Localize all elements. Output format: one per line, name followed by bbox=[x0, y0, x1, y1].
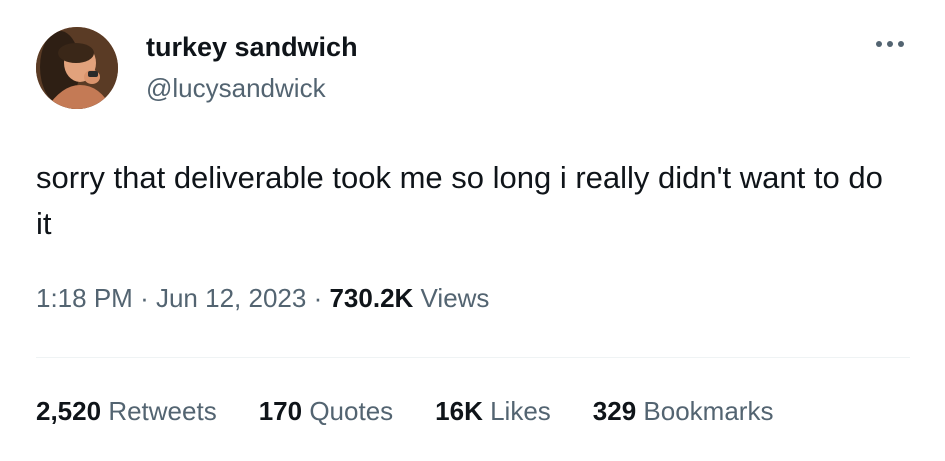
author-handle[interactable]: @lucysandwick bbox=[146, 73, 326, 104]
retweets-stat[interactable]: 2,520 Retweets bbox=[36, 396, 217, 427]
bookmarks-label: Bookmarks bbox=[643, 396, 774, 426]
bookmarks-stat[interactable]: 329 Bookmarks bbox=[593, 396, 774, 427]
retweets-count: 2,520 bbox=[36, 396, 102, 426]
tweet-time[interactable]: 1:18 PM bbox=[36, 283, 133, 313]
more-horizontal-icon bbox=[876, 41, 904, 47]
more-options-button[interactable] bbox=[870, 32, 910, 56]
engagement-stats: 2,520 Retweets 170 Quotes 16K Likes 329 … bbox=[36, 396, 815, 427]
author-name[interactable]: turkey sandwich bbox=[146, 32, 358, 63]
likes-count: 16K bbox=[435, 396, 483, 426]
quotes-stat[interactable]: 170 Quotes bbox=[259, 396, 393, 427]
quotes-count: 170 bbox=[258, 396, 303, 426]
meta-separator: · bbox=[140, 283, 149, 313]
bookmarks-count: 329 bbox=[592, 396, 637, 426]
likes-stat[interactable]: 16K Likes bbox=[435, 396, 551, 427]
avatar-image bbox=[36, 27, 118, 109]
meta-separator: · bbox=[313, 283, 323, 313]
quotes-label: Quotes bbox=[309, 396, 394, 426]
views-count: 730.2K bbox=[329, 283, 414, 313]
retweets-label: Retweets bbox=[108, 396, 217, 426]
likes-label: Likes bbox=[490, 396, 551, 426]
divider bbox=[36, 357, 910, 358]
tweet-date[interactable]: Jun 12, 2023 bbox=[156, 283, 306, 313]
views-label: Views bbox=[420, 283, 490, 313]
tweet-text: sorry that deliverable took me so long i… bbox=[36, 160, 883, 241]
tweet-card: turkey sandwich @lucysandwick sorry that… bbox=[0, 0, 945, 461]
tweet-meta: 1:18 PM · Jun 12, 2023 · 730.2K Views bbox=[36, 283, 489, 314]
avatar[interactable] bbox=[36, 27, 118, 109]
